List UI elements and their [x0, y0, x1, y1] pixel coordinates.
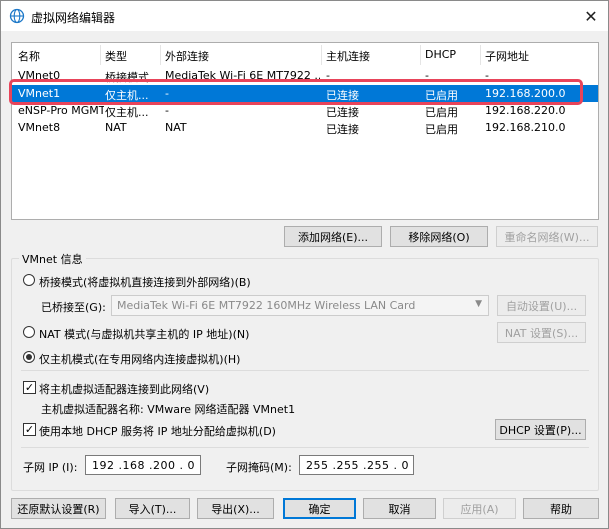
bridged-to-value: MediaTek Wi-Fi 6E MT7922 160MHz Wireless…: [117, 299, 416, 312]
column-header-dhcp[interactable]: DHCP: [425, 48, 456, 61]
add-network-button[interactable]: 添加网络(E)...: [284, 226, 382, 247]
bridged-mode-label[interactable]: 桥接模式(将虚拟机直接连接到外部网络)(B): [39, 274, 251, 290]
window-title: 虚拟网络编辑器: [31, 11, 116, 25]
chevron-down-icon: ▼: [475, 299, 482, 309]
cell-subnet: 192.168.210.0: [485, 121, 566, 134]
column-header-external[interactable]: 外部连接: [165, 48, 209, 64]
connect-adapter-label[interactable]: 将主机虚拟适配器连接到此网络(V): [39, 381, 209, 397]
subnet-ip-label: 子网 IP (I):: [23, 461, 78, 474]
column-header-host[interactable]: 主机连接: [326, 48, 370, 64]
bridged-mode-radio[interactable]: [23, 274, 35, 286]
remove-network-button[interactable]: 移除网络(O): [390, 226, 488, 247]
subnet-mask-value: 255 .255 .255 . 0: [306, 459, 409, 472]
vmnet-info-title: VMnet 信息: [19, 251, 86, 267]
cell-dhcp: 已启用: [425, 123, 458, 136]
subnet-mask-label: 子网掩码(M):: [226, 461, 292, 474]
close-icon: ✕: [584, 6, 598, 26]
nat-mode-radio[interactable]: [23, 326, 35, 338]
cell-external: -: [165, 104, 169, 117]
bridged-to-label: 已桥接至(G):: [41, 301, 106, 314]
use-dhcp-label[interactable]: 使用本地 DHCP 服务将 IP 地址分配给虚拟机(D): [39, 423, 276, 439]
cell-external: NAT: [165, 121, 187, 134]
list-header: 名称 类型 外部连接 主机连接 DHCP 子网地址: [12, 43, 598, 67]
divider: [21, 447, 589, 448]
rename-network-button[interactable]: 重命名网络(W)...: [496, 226, 598, 247]
divider: [21, 370, 589, 371]
import-button[interactable]: 导入(T)...: [115, 498, 190, 519]
help-button[interactable]: 帮助: [523, 498, 599, 519]
subnet-ip-input[interactable]: 192 .168 .200 . 0: [85, 455, 201, 475]
column-header-type[interactable]: 类型: [105, 48, 127, 64]
cell-dhcp: 已启用: [425, 106, 458, 119]
bridged-to-select[interactable]: MediaTek Wi-Fi 6E MT7922 160MHz Wireless…: [111, 295, 489, 316]
close-button[interactable]: ✕: [580, 5, 602, 27]
nat-settings-button[interactable]: NAT 设置(S)...: [497, 322, 586, 343]
nat-mode-label[interactable]: NAT 模式(与虚拟机共享主机的 IP 地址)(N): [39, 326, 249, 342]
restore-defaults-button[interactable]: 还原默认设置(R): [11, 498, 106, 519]
network-list[interactable]: 名称 类型 外部连接 主机连接 DHCP 子网地址 VMnet0 桥接模式 Me…: [11, 42, 599, 220]
subnet-mask-input[interactable]: 255 .255 .255 . 0: [299, 455, 414, 475]
cell-subnet: 192.168.220.0: [485, 104, 566, 117]
cell-host: 已连接: [326, 123, 359, 136]
host-only-mode-label[interactable]: 仅主机模式(在专用网络内连接虚拟机)(H): [39, 351, 240, 367]
export-button[interactable]: 导出(X)...: [197, 498, 274, 519]
cancel-button[interactable]: 取消: [363, 498, 436, 519]
subnet-ip-value: 192 .168 .200 . 0: [92, 459, 195, 472]
dhcp-settings-button[interactable]: DHCP 设置(P)...: [495, 419, 586, 440]
selection-highlight-outline: [9, 79, 583, 105]
auto-settings-button[interactable]: 自动设置(U)...: [497, 295, 586, 316]
virtual-network-editor-window: 虚拟网络编辑器 ✕ 名称 类型 外部连接 主机连接 DHCP 子网地址 VMne…: [0, 0, 609, 529]
cell-type: 仅主机...: [105, 106, 149, 119]
column-header-name[interactable]: 名称: [18, 48, 40, 64]
title-bar: 虚拟网络编辑器 ✕: [1, 1, 608, 31]
cell-name: eNSP-Pro MGMT: [18, 104, 104, 117]
globe-icon: [9, 8, 25, 24]
apply-button[interactable]: 应用(A): [443, 498, 516, 519]
adapter-name-text: 主机虚拟适配器名称: VMware 网络适配器 VMnet1: [41, 403, 296, 416]
cell-host: 已连接: [326, 106, 359, 119]
column-header-subnet[interactable]: 子网地址: [485, 48, 529, 64]
connect-adapter-checkbox[interactable]: ✓: [23, 381, 36, 394]
host-only-mode-radio[interactable]: [23, 351, 35, 363]
cell-name: VMnet8: [18, 121, 61, 134]
use-dhcp-checkbox[interactable]: ✓: [23, 423, 36, 436]
cell-type: NAT: [105, 121, 127, 134]
ok-button[interactable]: 确定: [283, 498, 356, 519]
table-row[interactable]: VMnet8 NAT NAT 已连接 已启用 192.168.210.0: [12, 119, 598, 136]
